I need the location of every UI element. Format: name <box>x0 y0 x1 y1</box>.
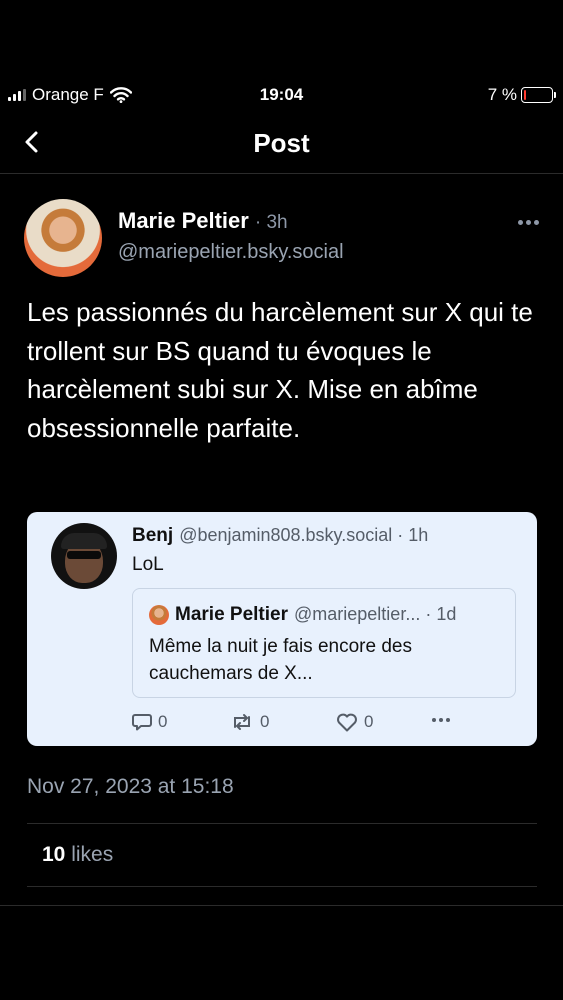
page-header: Post <box>0 120 563 174</box>
more-options-icon[interactable] <box>513 212 543 232</box>
quote-author-name: Marie Peltier <box>175 604 288 625</box>
embed-actions: 0 0 0 <box>132 712 522 736</box>
embedded-post-card[interactable]: Benj @benjamin808.bsky.social · 1h LoL M… <box>27 512 537 746</box>
repost-button[interactable]: 0 <box>230 712 269 732</box>
author-line: Marie Peltier · 3h <box>118 208 288 234</box>
embed-text: LoL <box>132 554 164 575</box>
repost-icon <box>234 714 250 730</box>
status-right: 7 % <box>487 85 556 105</box>
author-handle[interactable]: @mariepeltier.bsky.social <box>118 241 344 264</box>
author-avatar[interactable] <box>24 199 102 277</box>
divider <box>27 886 537 887</box>
post-text: Les passionnés du harcèlement sur X qui … <box>27 297 533 443</box>
status-time: 19:04 <box>259 85 304 104</box>
battery-level <box>524 90 527 100</box>
battery-icon <box>521 87 556 103</box>
embed-more-options-icon[interactable] <box>432 718 450 722</box>
divider <box>27 823 537 824</box>
quote-author-handle: @mariepeltier... · 1d <box>294 604 457 624</box>
quoted-post[interactable]: Marie Peltier @mariepeltier... · 1d Même… <box>132 588 516 698</box>
embed-author-handle: @benjamin808.bsky.social · 1h <box>179 525 429 545</box>
quote-header: Marie Peltier @mariepeltier... · 1d <box>175 604 456 626</box>
page-title: Post <box>253 128 310 158</box>
likes-count: 10 <box>42 843 66 866</box>
likes-label: likes <box>71 843 114 866</box>
embed-header: Benj @benjamin808.bsky.social · 1h <box>132 525 428 547</box>
embed-avatar[interactable] <box>51 523 117 589</box>
quote-text: Même la nuit je fais encore des cauchema… <box>149 636 412 684</box>
author-name[interactable]: Marie Peltier <box>118 208 249 234</box>
comment-icon <box>132 714 152 731</box>
reply-button[interactable]: 0 <box>132 712 167 732</box>
quote-avatar <box>149 605 169 625</box>
post-timestamp: Nov 27, 2023 at 15:18 <box>27 775 234 798</box>
heart-icon <box>337 713 357 731</box>
like-count: 0 <box>364 712 374 731</box>
status-bar <box>0 0 563 60</box>
divider <box>0 905 563 906</box>
repost-count: 0 <box>260 712 270 731</box>
like-button[interactable]: 0 <box>336 712 373 732</box>
battery-percent: 7 % <box>487 85 517 104</box>
likes-summary[interactable]: 10 likes <box>42 843 113 867</box>
post-time-ago: · 3h <box>254 212 288 233</box>
embed-author-name[interactable]: Benj <box>132 525 173 547</box>
reply-count: 0 <box>158 712 168 731</box>
